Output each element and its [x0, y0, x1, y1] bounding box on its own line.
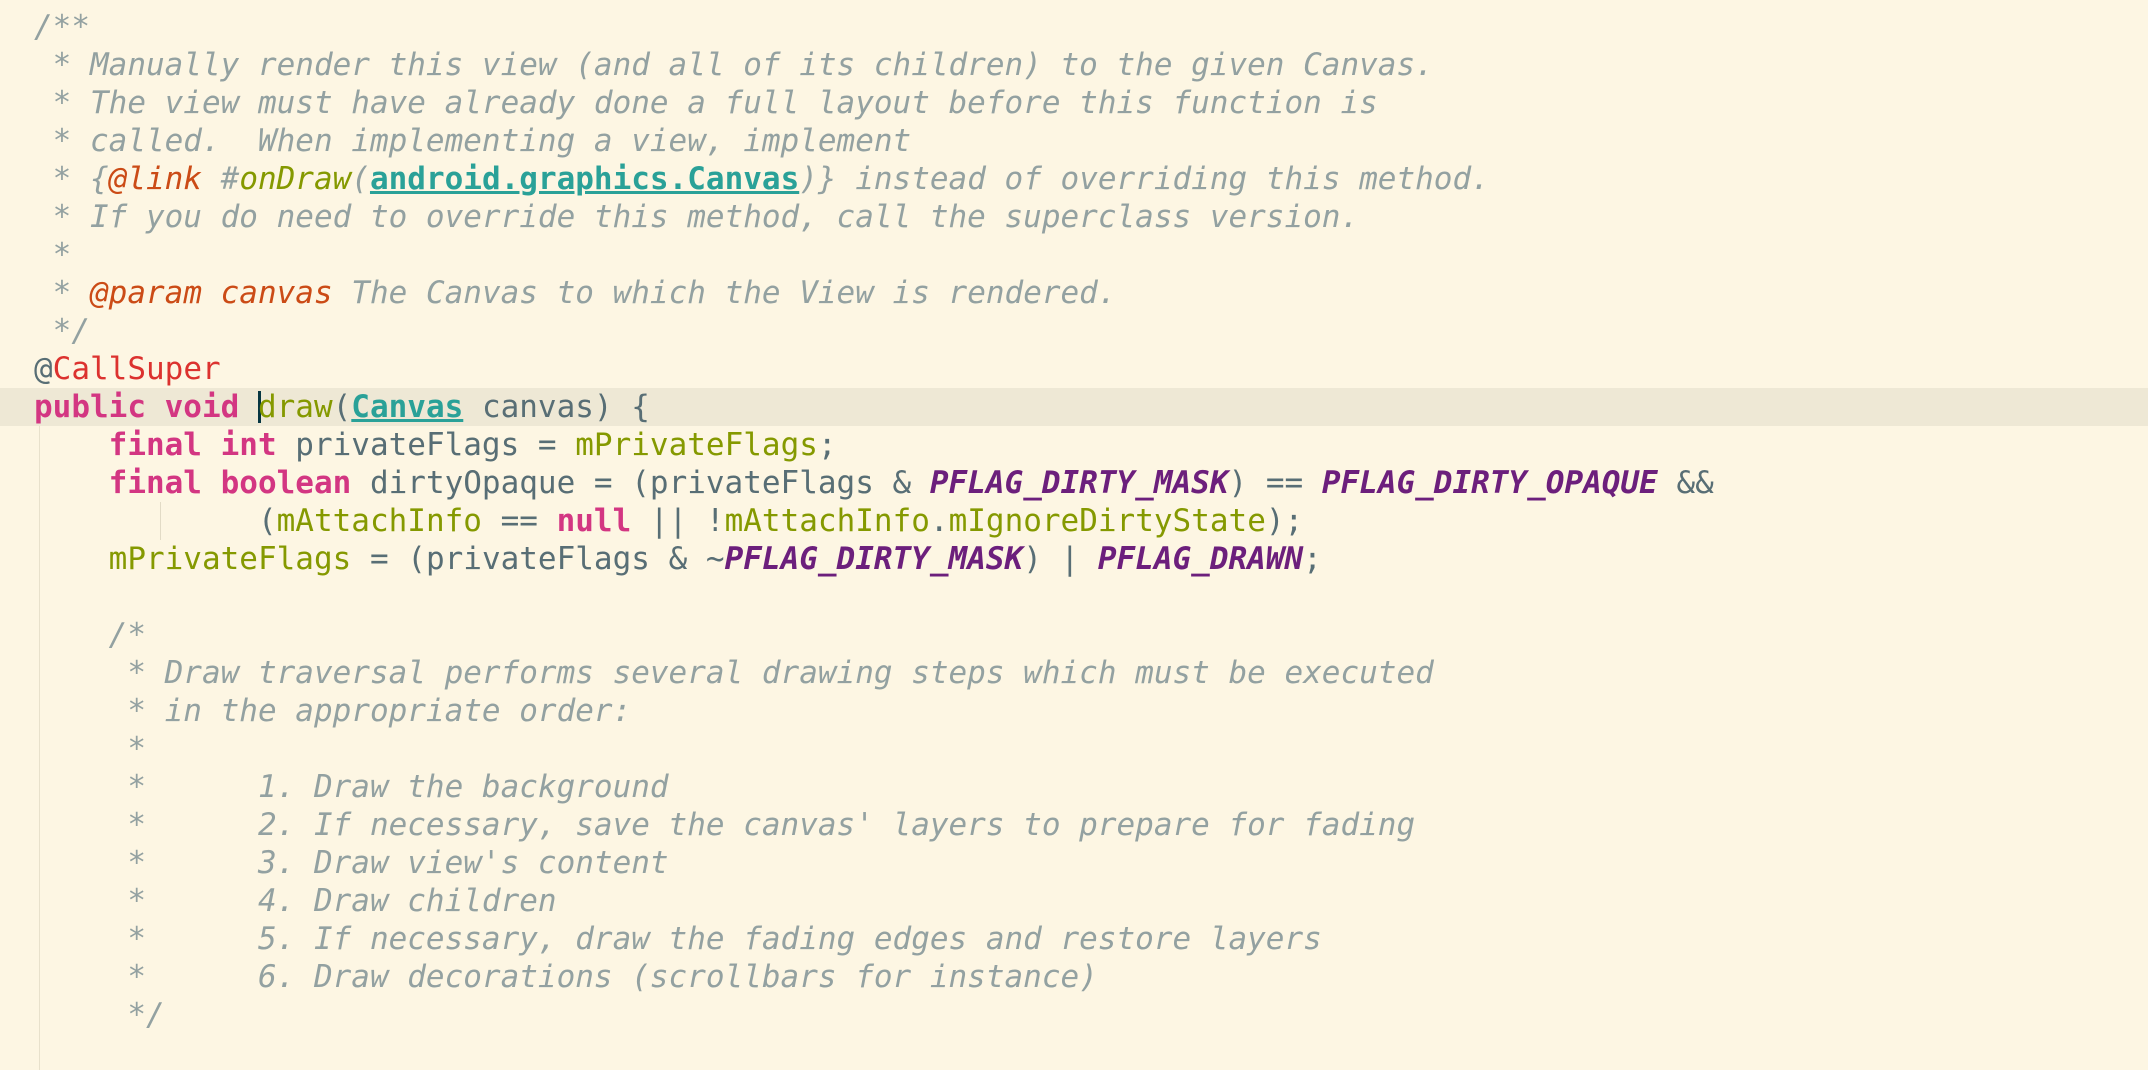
code-token: * The view must have already done a full… [34, 85, 1378, 121]
code-line[interactable]: * {@link #onDraw(android.graphics.Canvas… [34, 160, 1714, 198]
code-line[interactable]: /** [34, 8, 1714, 46]
code-token: draw [257, 389, 333, 425]
code-token: )} instead of overriding this method. [799, 161, 1490, 197]
code-token: == [481, 503, 557, 539]
code-token: @ [34, 351, 53, 387]
code-line[interactable]: */ [34, 312, 1714, 350]
code-line[interactable]: * The view must have already done a full… [34, 84, 1714, 122]
code-line[interactable]: * Draw traversal performs several drawin… [34, 654, 1714, 692]
code-token: || ! [631, 503, 725, 539]
code-token: . [929, 503, 949, 539]
code-token: PFLAG_DRAWN [1097, 541, 1304, 577]
code-token: */ [34, 313, 90, 349]
code-line[interactable]: * @param canvas The Canvas to which the … [34, 274, 1714, 312]
code-line[interactable]: * 2. If necessary, save the canvas' laye… [34, 806, 1714, 844]
code-token: mAttachInfo [724, 503, 930, 539]
code-token: ) | [1023, 541, 1098, 577]
code-token: * 4. Draw children [34, 883, 557, 919]
code-token: * [34, 275, 90, 311]
code-token: privateFlags = [295, 427, 576, 463]
code-token: * 3. Draw view's content [34, 845, 669, 881]
code-line[interactable]: * 4. Draw children [34, 882, 1714, 920]
code-token: * [34, 731, 146, 767]
code-line[interactable]: * 1. Draw the background [34, 768, 1714, 806]
code-token: ); [1265, 503, 1304, 539]
code-token: The Canvas to which the View is rendered… [332, 275, 1117, 311]
code-token: * in the appropriate order: [34, 693, 632, 729]
code-line[interactable]: * 5. If necessary, draw the fading edges… [34, 920, 1714, 958]
code-line[interactable]: final boolean dirtyOpaque = (privateFlag… [34, 464, 1714, 502]
code-line[interactable]: @CallSuper [34, 350, 1714, 388]
code-line[interactable]: * [34, 730, 1714, 768]
code-token: public void [34, 389, 258, 425]
code-token: dirtyOpaque = (privateFlags & [369, 465, 930, 501]
code-token: /* [34, 617, 146, 653]
code-token: ( [351, 161, 370, 197]
code-token: /** [34, 9, 90, 45]
code-token: * Draw traversal performs several drawin… [34, 655, 1434, 691]
code-line[interactable]: /* [34, 616, 1714, 654]
code-token: mPrivateFlags [108, 541, 352, 577]
code-token: mAttachInfo [276, 503, 482, 539]
code-token: * Manually render this view (and all of … [34, 47, 1434, 83]
code-line[interactable]: * in the appropriate order: [34, 692, 1714, 730]
code-token: && [1657, 465, 1714, 501]
code-line[interactable]: * [34, 236, 1714, 274]
code-line[interactable]: mPrivateFlags = (privateFlags & ~PFLAG_D… [34, 540, 1714, 578]
code-line[interactable]: * called. When implementing a view, impl… [34, 122, 1714, 160]
code-token: ( [332, 389, 352, 425]
code-token: onDraw [239, 161, 352, 197]
code-token: */ [34, 997, 165, 1033]
code-token: PFLAG_DIRTY_MASK [929, 465, 1229, 501]
code-token: ) == [1228, 465, 1322, 501]
code-line[interactable]: * 3. Draw view's content [34, 844, 1714, 882]
code-token: mPrivateFlags [575, 427, 818, 463]
code-token: * If you do need to override this method… [34, 199, 1360, 235]
code-editor[interactable]: /** * Manually render this view (and all… [0, 0, 2148, 1070]
code-token: Canvas [351, 389, 464, 425]
code-area[interactable]: /** * Manually render this view (and all… [0, 8, 2148, 1034]
code-token: mIgnoreDirtyState [948, 503, 1266, 539]
code-token: @param canvas [90, 275, 333, 311]
code-line[interactable]: final int privateFlags = mPrivateFlags; [34, 426, 1714, 464]
code-line[interactable]: (mAttachInfo == null || !mAttachInfo.mIg… [34, 502, 1714, 540]
code-token: * 6. Draw decorations (scrollbars for in… [34, 959, 1098, 995]
code-token: * { [34, 161, 109, 197]
code-line[interactable]: * Manually render this view (and all of … [34, 46, 1714, 84]
code-token: = (privateFlags & ~ [351, 541, 725, 577]
code-token: PFLAG_DIRTY_OPAQUE [1321, 465, 1658, 501]
code-line[interactable]: public void draw(Canvas canvas) { [0, 388, 2148, 426]
code-token: canvas) { [463, 389, 650, 425]
code-token: android.graphics.Canvas [369, 161, 800, 197]
code-token: * 5. If necessary, draw the fading edges… [34, 921, 1322, 957]
code-token: CallSuper [52, 351, 221, 387]
code-token: null [556, 503, 632, 539]
code-token: final int [108, 427, 296, 463]
code-line[interactable] [34, 578, 1714, 616]
code-token: ( [34, 503, 277, 539]
code-token: PFLAG_DIRTY_MASK [724, 541, 1024, 577]
code-token: @link [108, 161, 202, 197]
code-token: * 2. If necessary, save the canvas' laye… [34, 807, 1416, 843]
code-token: ; [1303, 541, 1322, 577]
code-token: # [201, 161, 240, 197]
code-token: * [34, 237, 72, 273]
code-line[interactable]: * If you do need to override this method… [34, 198, 1714, 236]
code-token: final boolean [108, 465, 370, 501]
code-line[interactable]: * 6. Draw decorations (scrollbars for in… [34, 958, 1714, 996]
code-token: ; [817, 427, 837, 463]
code-token: * 1. Draw the background [34, 769, 669, 805]
code-token: * called. When implementing a view, impl… [34, 123, 912, 159]
code-line[interactable]: */ [34, 996, 1714, 1034]
